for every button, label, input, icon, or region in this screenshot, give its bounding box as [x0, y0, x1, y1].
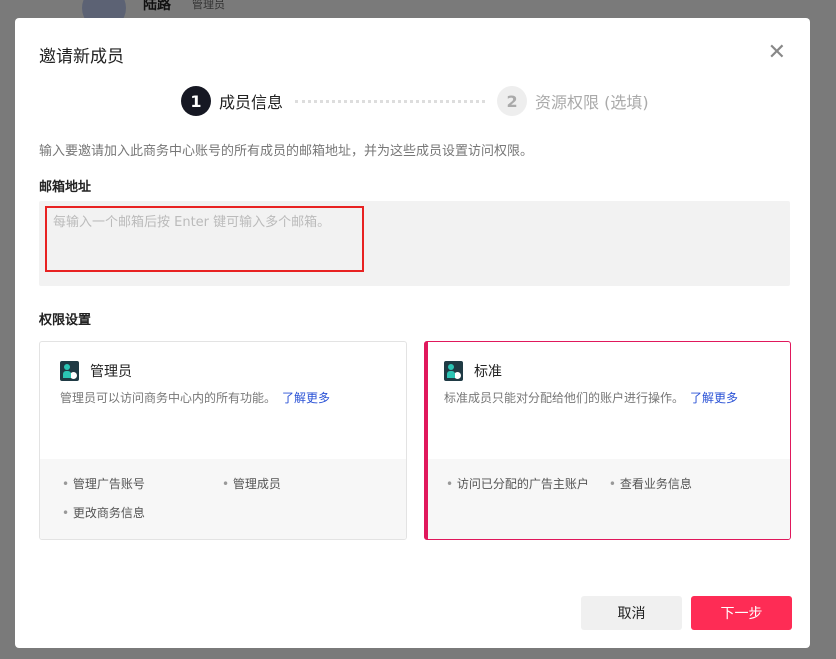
feature-item: 访问已分配的广告主账户 [446, 475, 589, 492]
learn-more-link[interactable]: 了解更多 [690, 391, 738, 405]
learn-more-link[interactable]: 了解更多 [282, 391, 330, 405]
role-description: 标准成员只能对分配给他们的账户进行操作。 [444, 391, 685, 405]
role-name: 标准 [474, 364, 502, 380]
cancel-button[interactable]: 取消 [581, 596, 682, 630]
step-2-label: 资源权限 (选填) [535, 93, 649, 112]
dialog-title: 邀请新成员 [39, 47, 124, 67]
role-card-standard[interactable]: 标准 标准成员只能对分配给他们的账户进行操作。了解更多 访问已分配的广告主账户 … [424, 341, 791, 540]
permission-label: 权限设置 [39, 313, 92, 328]
email-input[interactable] [39, 201, 790, 286]
role-description: 管理员可以访问商务中心内的所有功能。 [60, 391, 277, 405]
admin-user-icon [60, 361, 79, 381]
next-step-button[interactable]: 下一步 [691, 596, 792, 630]
stepper: 1 成员信息 2 资源权限 (选填) [181, 86, 649, 116]
close-icon[interactable]: ✕ [768, 42, 786, 64]
role-name: 管理员 [90, 364, 132, 380]
dialog-description: 输入要邀请加入此商务中心账号的所有成员的邮箱地址，并为这些成员设置访问权限。 [39, 144, 534, 159]
step-2-number: 2 [497, 86, 528, 116]
step-1-label: 成员信息 [219, 93, 284, 112]
feature-item: 管理成员 [222, 475, 382, 492]
email-label: 邮箱地址 [39, 180, 92, 195]
feature-item: 管理广告账号 [62, 475, 222, 492]
invite-member-dialog: 邀请新成员 ✕ 1 成员信息 2 资源权限 (选填) 输入要邀请加入此商务中心账… [15, 18, 810, 648]
email-field-container [39, 201, 790, 286]
standard-user-icon [444, 361, 463, 381]
role-card-admin[interactable]: 管理员 管理员可以访问商务中心内的所有功能。了解更多 管理广告账号 管理成员 更… [39, 341, 407, 540]
feature-item: 查看业务信息 [609, 475, 692, 492]
step-divider [295, 99, 486, 103]
step-1-number: 1 [181, 86, 211, 116]
feature-item: 更改商务信息 [62, 504, 222, 521]
